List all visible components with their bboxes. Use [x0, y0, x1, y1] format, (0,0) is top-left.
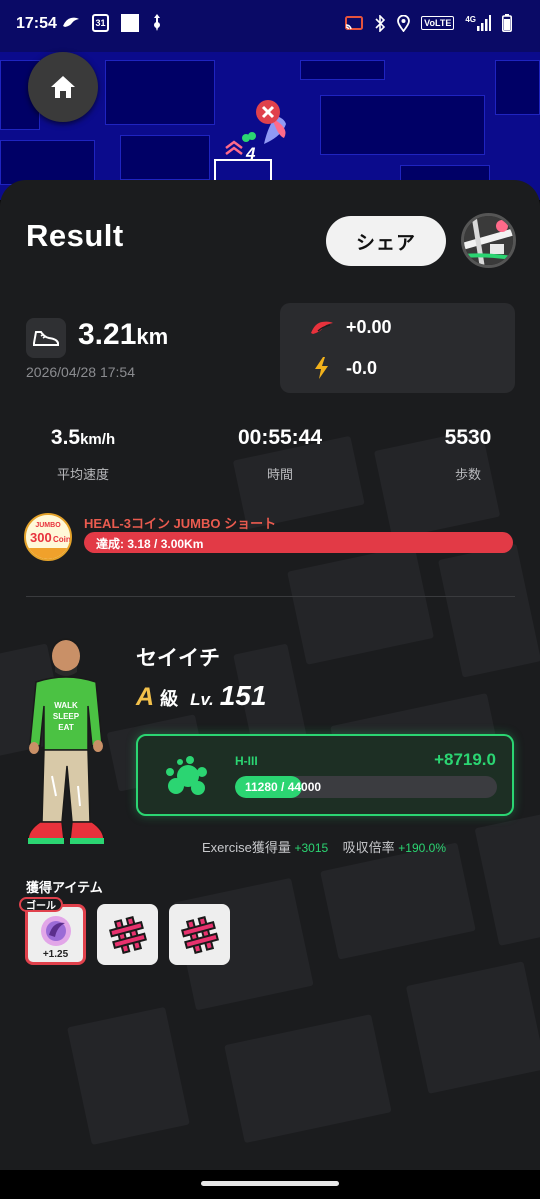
map-thumbnail-icon — [464, 216, 513, 265]
status-time: 17:54 — [16, 15, 57, 32]
item-slot-1[interactable]: +1.25 — [25, 904, 86, 965]
character-rank: A 級 Lv. 151 — [136, 680, 266, 712]
challenge-title: HEAL-3コイン JUMBO ショート — [84, 516, 277, 531]
badge-text-coin: Coin — [53, 535, 70, 544]
result-datetime: 2026/04/28 17:54 — [26, 364, 135, 380]
exp-info: Exercise獲得量 +3015 吸収倍率 +190.0% — [202, 837, 446, 856]
item-value: +1.25 — [42, 949, 69, 960]
location-marker[interactable]: 4 — [212, 96, 302, 186]
section-divider — [26, 596, 515, 597]
map-block — [300, 60, 385, 80]
generator-name: H-III — [235, 754, 258, 768]
exp-info-value-1: +3015 — [294, 841, 329, 855]
distance-number: 3.21 — [78, 318, 137, 351]
goal-tag: ゴール — [19, 897, 63, 912]
navigation-bar — [0, 1170, 540, 1199]
reward-energy-value: -0.0 — [346, 357, 378, 378]
cast-icon — [345, 15, 364, 30]
challenge-progress-bar: 達成: 3.18 / 3.00Km — [84, 532, 513, 553]
challenge-badge: JUMBO 300 Coin — [24, 513, 72, 561]
shoe-icon-box — [26, 318, 66, 358]
stat-steps: 5530 歩数 — [393, 426, 540, 483]
badge-text-amount: 300 — [30, 530, 52, 545]
sneaker-icon — [63, 17, 79, 27]
sneaker-token-icon — [311, 321, 333, 334]
challenge-badge-art: JUMBO 300 Coin — [26, 515, 70, 559]
reward-coin-value: +0.00 — [346, 317, 392, 337]
hashtag-icon — [181, 916, 219, 954]
stat-time: 00:55:44 時間 — [205, 426, 355, 483]
generator-icon — [166, 756, 207, 795]
exp-progress-bar: 11280 / 44000 — [235, 776, 497, 798]
exp-progress-text: 11280 / 44000 — [245, 780, 322, 794]
shirt-text-walk: WALK — [54, 701, 78, 710]
potion-icon — [41, 916, 71, 946]
item-slot-3[interactable] — [169, 904, 230, 965]
level-label: Lv. — [190, 690, 214, 709]
reward-row-energy: -0.0 — [310, 357, 377, 379]
item-slot-2[interactable] — [97, 904, 158, 965]
reward-row-coin: +0.00 — [310, 317, 392, 338]
battery-icon — [502, 14, 512, 32]
volte-badge: VoLTE — [421, 16, 455, 30]
character-name: セイイチ — [136, 647, 220, 670]
stat-label: 平均速度 — [56, 467, 109, 482]
map-block — [495, 60, 540, 115]
stat-label: 時間 — [266, 467, 293, 482]
page-title: Result — [26, 218, 124, 253]
share-button[interactable]: シェア — [326, 216, 446, 266]
character-grade: A — [136, 683, 155, 711]
stat-value: 5530 — [393, 426, 540, 450]
stat-number: 00:55:44 — [237, 426, 323, 449]
calendar-icon: 31 — [92, 14, 109, 32]
result-panel: Result シェア 3.21km 2026/04/28 17:54 +0.00… — [0, 180, 540, 1170]
marker-level: 4 — [245, 144, 256, 163]
stat-value: 3.5km/h — [8, 426, 158, 450]
shoe-icon — [33, 331, 59, 346]
badge-text-jumbo: JUMBO — [35, 522, 61, 529]
character-grade-suffix: 級 — [160, 689, 179, 709]
home-gesture-handle[interactable] — [201, 1181, 339, 1186]
home-icon — [51, 76, 75, 98]
map-block — [105, 60, 215, 125]
character-level: 151 — [219, 680, 267, 711]
challenge-progress-text: 達成: 3.18 / 3.00Km — [96, 537, 204, 551]
bluetooth-icon — [375, 14, 386, 32]
map-block — [0, 140, 95, 185]
stat-label: 歩数 — [454, 467, 481, 482]
location-icon — [397, 14, 411, 32]
stat-value: 00:55:44 — [205, 426, 355, 450]
stat-avg-speed: 3.5km/h 平均速度 — [8, 426, 158, 483]
distance-value: 3.21km — [78, 318, 168, 352]
exp-info-label-1: Exercise獲得量 — [202, 840, 291, 855]
shirt-text-eat: EAT — [58, 723, 74, 732]
exp-info-value-2: +190.0% — [398, 841, 446, 855]
distance-unit: km — [136, 324, 169, 349]
usb-icon — [154, 14, 160, 31]
map-block — [320, 95, 485, 155]
character-avatar[interactable]: WALK SLEEP EAT — [22, 626, 112, 858]
stat-number: 5530 — [444, 426, 492, 449]
stat-number: 3.5 — [50, 426, 81, 449]
marker-dot — [248, 132, 256, 140]
stat-unit: km/h — [80, 431, 116, 448]
lightning-icon — [315, 357, 328, 379]
square-icon — [121, 14, 139, 32]
home-button[interactable] — [28, 52, 98, 122]
network-label: 4G — [465, 15, 476, 24]
hashtag-icon — [109, 916, 147, 954]
map-thumbnail-button[interactable] — [461, 213, 516, 268]
signal-icon — [477, 15, 491, 31]
marker-chevrons — [225, 140, 243, 155]
exp-info-label-2: 吸収倍率 — [342, 840, 395, 855]
exp-gain: +8719.0 — [434, 750, 496, 769]
reward-box: +0.00 -0.0 — [280, 303, 515, 393]
status-bar: 17:54 31 VoLTE 4G — [0, 0, 540, 52]
exp-card[interactable]: H-III +8719.0 11280 / 44000 — [136, 734, 514, 816]
map-block — [120, 135, 210, 180]
shirt-text-sleep: SLEEP — [53, 712, 80, 721]
items-title: 獲得アイテム — [26, 880, 103, 895]
